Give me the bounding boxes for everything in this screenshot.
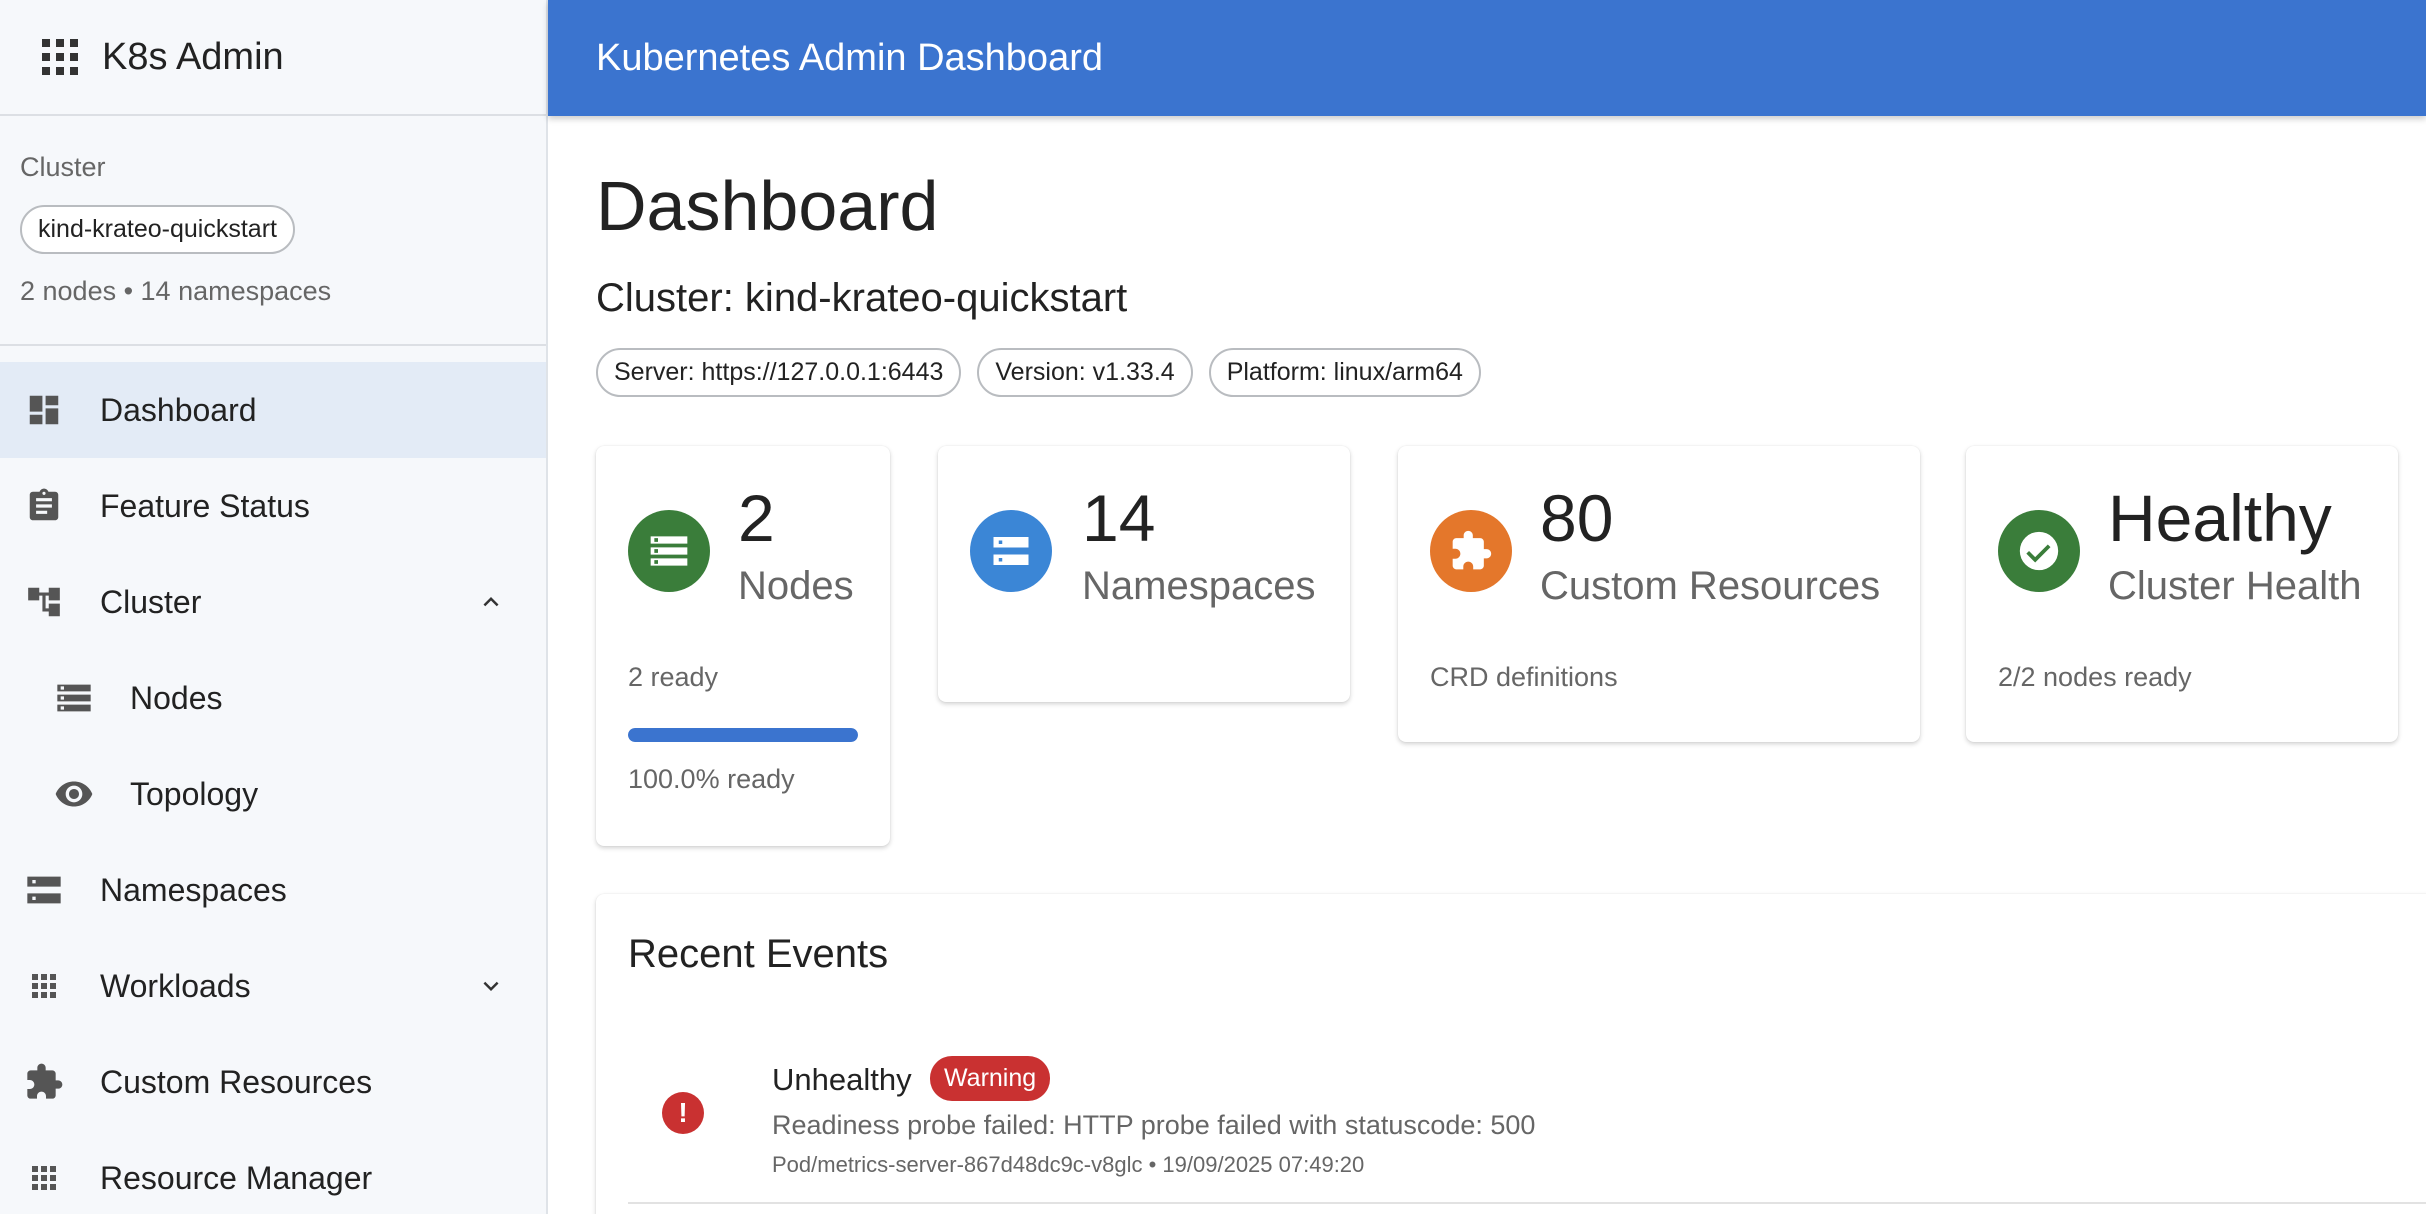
page-title: Dashboard — [596, 167, 939, 245]
check-circle-icon — [1998, 510, 2080, 592]
header-title: Kubernetes Admin Dashboard — [596, 36, 1103, 79]
chevron-down-icon[interactable] — [476, 971, 506, 1001]
event-message: Readiness probe failed: HTTP probe faile… — [772, 1110, 1536, 1140]
app-root: K8s Admin Cluster kind-krateo-quickstart… — [0, 0, 2426, 1214]
sidebar-item-label: Feature Status — [100, 487, 310, 524]
chevron-up-icon[interactable] — [476, 587, 506, 617]
puzzle-icon — [1430, 510, 1512, 592]
apps-grid-icon — [42, 39, 78, 75]
sidebar-item-dashboard[interactable]: Dashboard — [0, 362, 546, 458]
version-badge: Version: v1.33.4 — [977, 348, 1193, 397]
crd-caption: CRD definitions — [1430, 662, 1618, 692]
event-type-badge: Warning — [930, 1056, 1051, 1101]
sidebar-item-topology[interactable]: Topology — [0, 746, 546, 842]
nodes-count: 2 — [738, 481, 775, 555]
storage-icon — [24, 870, 64, 910]
nodes-label: Nodes — [738, 564, 854, 608]
server-badge: Server: https://127.0.0.1:6443 — [596, 348, 962, 397]
sidebar-item-custom-resources[interactable]: Custom Resources — [0, 1034, 546, 1130]
puzzle-icon — [24, 1062, 64, 1102]
sidebar: K8s Admin Cluster kind-krateo-quickstart… — [0, 0, 548, 1214]
sidebar-item-namespaces[interactable]: Namespaces — [0, 842, 546, 938]
clipboard-icon — [24, 486, 64, 526]
error-icon: ! — [662, 1092, 704, 1134]
namespaces-label: Namespaces — [1082, 564, 1316, 608]
sidebar-item-label: Dashboard — [100, 391, 257, 428]
brand-title: K8s Admin — [102, 35, 284, 78]
custom-resources-count: 80 — [1540, 481, 1614, 555]
cluster-label: Cluster — [20, 152, 106, 182]
namespaces-card[interactable]: 14 Namespaces — [938, 446, 1350, 702]
event-row[interactable]: ! Unhealthy Warning Readiness probe fail… — [628, 1044, 2426, 1204]
list-icon — [628, 510, 710, 592]
nodes-card[interactable]: 2 Nodes 2 ready 100.0% ready — [596, 446, 890, 846]
sidebar-item-feature-status[interactable]: Feature Status — [0, 458, 546, 554]
progress-fill — [628, 728, 858, 742]
sidebar-item-label: Namespaces — [100, 871, 287, 908]
sidebar-item-label: Cluster — [100, 583, 202, 620]
sidebar-nav: Dashboard Feature Status Cluster Nodes T… — [0, 362, 546, 1214]
event-source: Pod/metrics-server-867d48dc9c-v8glc • 19… — [772, 1152, 1365, 1177]
brand[interactable]: K8s Admin — [0, 0, 546, 116]
sidebar-item-label: Workloads — [100, 967, 251, 1004]
cluster-chip[interactable]: kind-krateo-quickstart — [20, 205, 295, 254]
sidebar-item-cluster[interactable]: Cluster — [0, 554, 546, 650]
recent-events-panel: Recent Events ! Unhealthy Warning Readin… — [596, 894, 2426, 1214]
nodes-ready-caption: 2 ready — [628, 662, 719, 692]
cluster-meta: 2 nodes • 14 namespaces — [20, 276, 332, 306]
cluster-info: Cluster kind-krateo-quickstart 2 nodes •… — [0, 116, 546, 346]
health-status: Healthy — [2108, 481, 2332, 555]
sidebar-item-label: Custom Resources — [100, 1063, 373, 1100]
sidebar-item-resource-manager[interactable]: Resource Manager — [0, 1130, 546, 1214]
nodes-ready-percent: 100.0% ready — [628, 764, 795, 794]
health-label: Cluster Health — [2108, 564, 2362, 608]
health-caption: 2/2 nodes ready — [1998, 662, 2192, 692]
eye-icon — [54, 774, 94, 814]
sidebar-item-nodes[interactable]: Nodes — [0, 650, 546, 746]
nodes-ready-progress — [628, 728, 858, 742]
custom-resources-label: Custom Resources — [1540, 564, 1881, 608]
recent-events-heading: Recent Events — [628, 932, 889, 976]
cluster-badges: Server: https://127.0.0.1:6443 Version: … — [596, 348, 1481, 397]
sidebar-item-label: Resource Manager — [100, 1159, 373, 1196]
hierarchy-icon — [24, 582, 64, 622]
apps-icon — [24, 1158, 64, 1198]
sidebar-item-label: Nodes — [130, 679, 223, 716]
sidebar-item-label: Topology — [130, 775, 259, 812]
main-content: Dashboard Cluster: kind-krateo-quickstar… — [548, 116, 2426, 1214]
storage-icon — [970, 510, 1052, 592]
namespaces-count: 14 — [1082, 481, 1156, 555]
custom-resources-card[interactable]: 80 Custom Resources CRD definitions — [1398, 446, 1920, 742]
cluster-health-card[interactable]: Healthy Cluster Health 2/2 nodes ready — [1966, 446, 2398, 742]
event-reason: Unhealthy — [772, 1062, 912, 1097]
sidebar-item-workloads[interactable]: Workloads — [0, 938, 546, 1034]
dashboard-icon — [24, 390, 64, 430]
apps-icon — [24, 966, 64, 1006]
platform-badge: Platform: linux/arm64 — [1208, 348, 1481, 397]
cluster-heading: Cluster: kind-krateo-quickstart — [596, 276, 1128, 320]
list-icon — [54, 678, 94, 718]
app-header: Kubernetes Admin Dashboard — [548, 0, 2426, 116]
